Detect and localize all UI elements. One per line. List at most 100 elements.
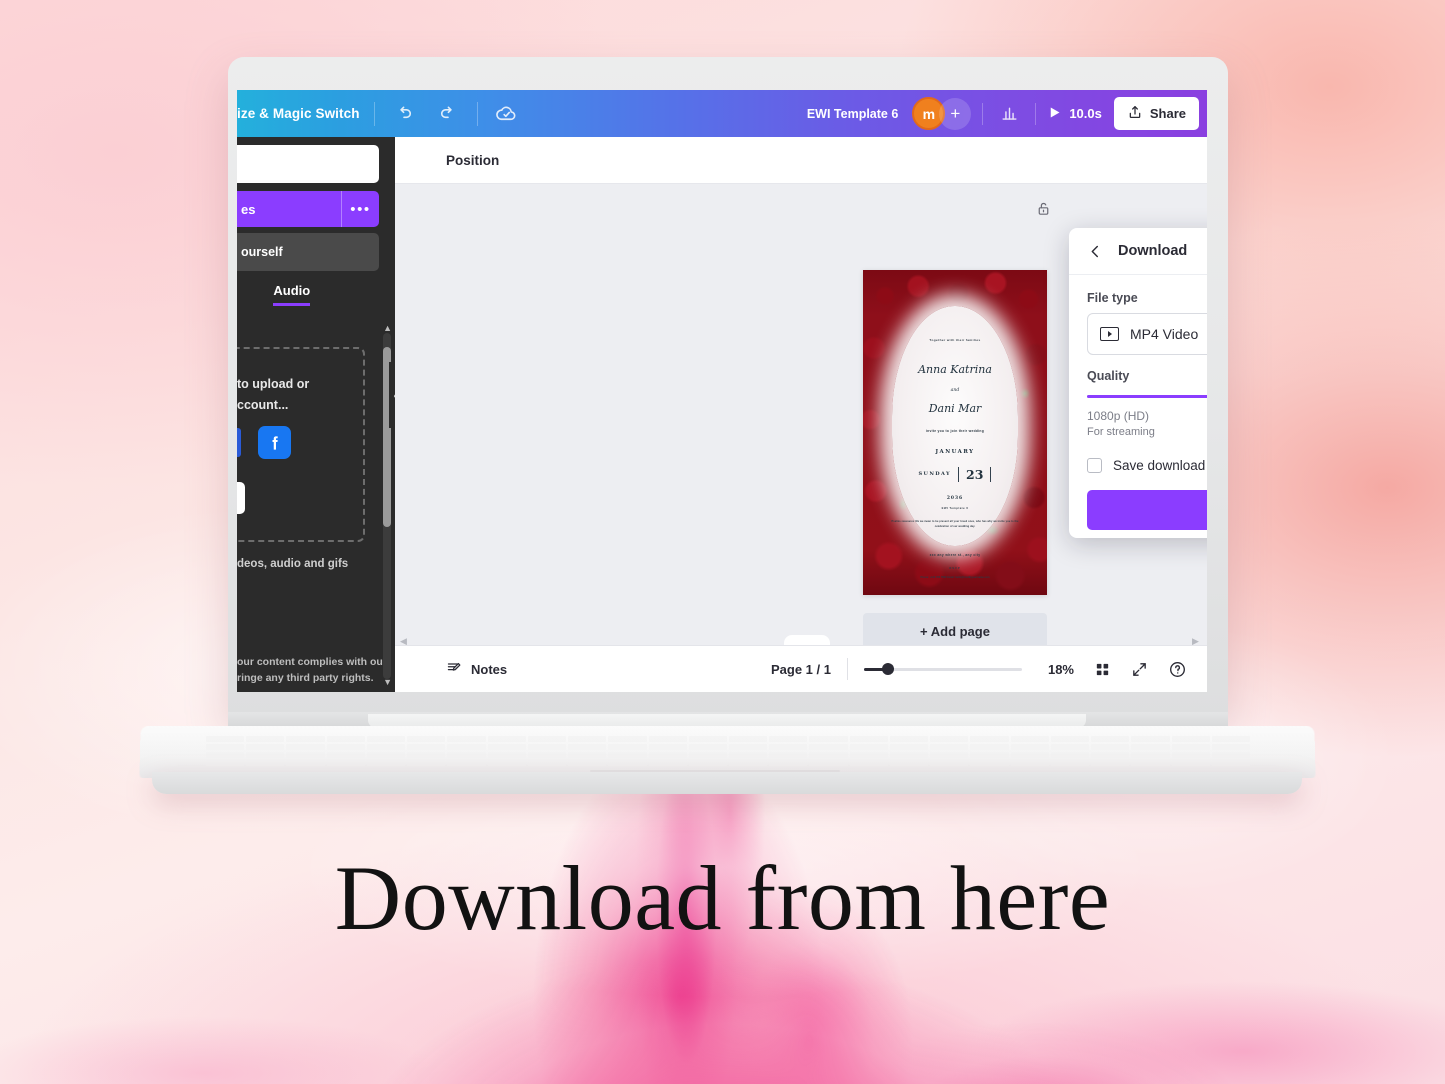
- legal-line-2: ringe any third party rights.: [237, 672, 374, 684]
- card-body-text: Psalms reassures life we mean to be pres…: [891, 520, 1019, 528]
- dropzone-line-2: ccount...: [237, 398, 289, 412]
- unlock-icon[interactable]: [1035, 200, 1052, 222]
- caption-text: Download from here: [334, 847, 1111, 949]
- quality-slider-fill: [1087, 395, 1207, 398]
- redo-icon[interactable]: [433, 99, 463, 129]
- scroll-up-arrow[interactable]: ▲: [383, 323, 392, 333]
- scroll-down-arrow[interactable]: ▼: [383, 677, 392, 687]
- grid-view-icon[interactable]: [1094, 661, 1111, 678]
- zoom-slider[interactable]: [863, 663, 1022, 675]
- keyboard-key: [1211, 736, 1250, 742]
- left-side-panel: es ••• ourself eos Audio to upload or cc…: [237, 137, 395, 692]
- quality-slider[interactable]: [1087, 395, 1207, 398]
- play-icon[interactable]: [1047, 105, 1062, 123]
- keyboard-key: [1091, 744, 1130, 750]
- keyboard-key: [1091, 752, 1130, 758]
- zoom-slider-knob[interactable]: [881, 663, 894, 675]
- laptop-keyboard: [188, 734, 1268, 768]
- preview-play-group[interactable]: 10.0s: [1047, 105, 1102, 123]
- card-day-number: 23: [966, 466, 984, 482]
- other-social-icon[interactable]: [237, 428, 241, 457]
- keyboard-key: [1050, 760, 1090, 766]
- card-brand: EWI Template 6: [941, 507, 969, 511]
- notes-icon: [446, 659, 463, 679]
- app-bottom-bar: Notes Page 1 / 1 18%: [395, 645, 1207, 692]
- keyboard-key: [608, 752, 647, 758]
- quality-value: 1080p (HD): [1087, 409, 1150, 423]
- bottom-divider: [846, 658, 848, 680]
- chevron-left-icon[interactable]: [1087, 243, 1104, 260]
- save-settings-row[interactable]: Save download settings: [1087, 458, 1207, 473]
- keyboard-key: [246, 744, 285, 750]
- facebook-icon[interactable]: [258, 426, 291, 459]
- save-settings-checkbox[interactable]: [1087, 458, 1102, 473]
- keyboard-key: [849, 744, 888, 750]
- keyboard-key: [729, 736, 768, 742]
- keyboard-key: [286, 760, 325, 766]
- position-button[interactable]: Position: [395, 153, 499, 168]
- laptop-screen: ize & Magic Switch EWI Template 6 m + 10…: [237, 90, 1207, 692]
- search-input[interactable]: [237, 145, 379, 183]
- document-name[interactable]: EWI Template 6: [807, 107, 898, 121]
- keyboard-key: [568, 752, 607, 758]
- file-type-select[interactable]: MP4 Video Suggested: [1087, 313, 1207, 355]
- keyboard-row: [206, 736, 1250, 742]
- undo-icon[interactable]: [389, 99, 419, 129]
- keyboard-key: [527, 760, 567, 766]
- keyboard-key: [487, 744, 526, 750]
- keyboard-key: [648, 736, 687, 742]
- keyboard-key: [809, 760, 848, 766]
- notes-label: Notes: [471, 661, 508, 677]
- file-type-value: MP4 Video: [1130, 326, 1199, 342]
- keyboard-key: [1211, 744, 1250, 750]
- keyboard-key: [366, 760, 406, 766]
- keyboard-key: [648, 760, 687, 766]
- keyboard-key: [889, 752, 929, 758]
- fullscreen-icon[interactable]: [1131, 661, 1148, 678]
- add-collaborator-button[interactable]: +: [939, 97, 972, 130]
- keyboard-key: [326, 752, 365, 758]
- keyboard-key: [286, 752, 325, 758]
- toolbar-divider-4: [1035, 102, 1037, 125]
- keyboard-key: [608, 736, 647, 742]
- insights-chart-icon[interactable]: [994, 99, 1024, 129]
- cloud-saved-icon[interactable]: [492, 99, 522, 129]
- keyboard-key: [568, 736, 607, 742]
- secondary-action-label: ourself: [241, 245, 283, 259]
- keyboard-key: [648, 744, 687, 750]
- card-year: 2036: [946, 495, 964, 501]
- more-options-icon[interactable]: •••: [341, 191, 379, 227]
- card-name-2: Dani Mar: [928, 401, 982, 415]
- tab-audio[interactable]: Audio: [273, 283, 311, 306]
- download-button[interactable]: Download: [1087, 490, 1207, 530]
- keyboard-key: [246, 736, 285, 742]
- share-button[interactable]: Share: [1113, 97, 1199, 130]
- keyboard-key: [206, 744, 245, 750]
- download-panel: Download File type MP4 Video Suggested: [1069, 228, 1207, 538]
- keyboard-key: [889, 760, 929, 766]
- notes-button[interactable]: Notes: [395, 659, 507, 679]
- keyboard-key: [970, 752, 1009, 758]
- keyboard-key: [769, 752, 808, 758]
- keyboard-row: [206, 744, 1250, 750]
- help-icon[interactable]: [1168, 660, 1187, 679]
- keyboard-key: [1131, 752, 1170, 758]
- poster-stage: ize & Magic Switch EWI Template 6 m + 10…: [0, 0, 1445, 1084]
- upload-button[interactable]: [237, 482, 245, 514]
- keyboard-key: [487, 752, 526, 758]
- keyboard-key: [286, 736, 325, 742]
- keyboard-key: [326, 760, 365, 766]
- primary-action-button[interactable]: es •••: [237, 191, 379, 227]
- keyboard-key: [970, 744, 1009, 750]
- keyboard-key: [407, 744, 446, 750]
- add-page-button[interactable]: + Add page: [863, 613, 1047, 649]
- magic-switch-label: ize & Magic Switch: [237, 106, 360, 121]
- card-artwork: Together with their families Anna Katrin…: [863, 270, 1047, 595]
- keyboard-key: [206, 760, 245, 766]
- card-contact: Phone: +123 456 7890 Email: hello@modify…: [920, 576, 990, 580]
- secondary-action-button[interactable]: ourself: [237, 233, 379, 271]
- keyboard-key: [1171, 752, 1210, 758]
- primary-action-label: es: [241, 201, 256, 217]
- zoom-value[interactable]: 18%: [1048, 662, 1074, 677]
- design-canvas-page[interactable]: Together with their families Anna Katrin…: [863, 270, 1047, 595]
